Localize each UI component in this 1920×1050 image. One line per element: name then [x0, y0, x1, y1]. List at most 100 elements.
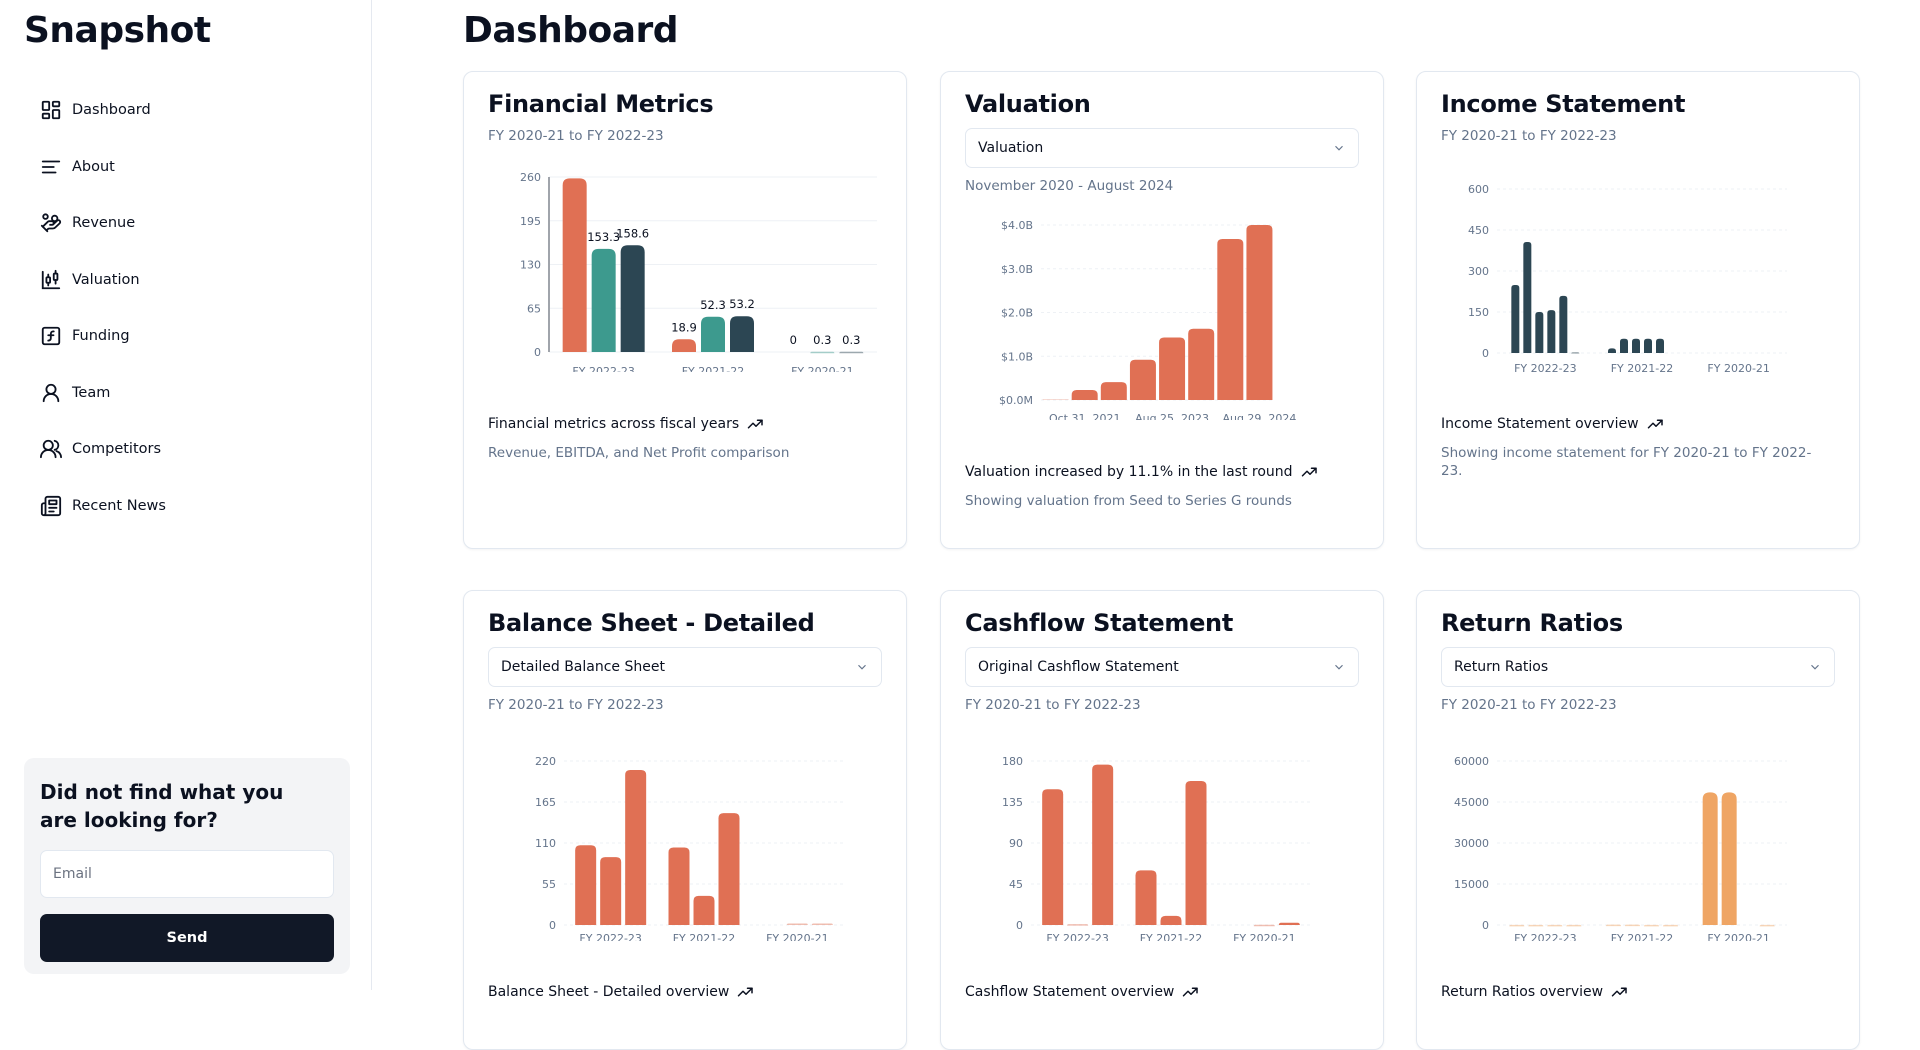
card-footer-title: Financial metrics across fiscal years — [488, 416, 765, 432]
bar[interactable] — [1129, 359, 1156, 400]
sidebar-item-about[interactable]: About — [40, 151, 166, 183]
y-tick-label: $0.0M — [999, 394, 1033, 407]
card-title: Return Ratios — [1441, 609, 1623, 637]
sidebar-item-recent-news[interactable]: Recent News — [40, 490, 166, 522]
sidebar-item-label: Competitors — [72, 441, 162, 457]
data-label: 18.9 — [671, 320, 697, 334]
bar[interactable] — [668, 847, 690, 925]
y-tick-label: 150 — [1468, 306, 1489, 319]
bar[interactable] — [1185, 781, 1207, 925]
y-tick-label: $3.0B — [1001, 263, 1033, 276]
bar[interactable] — [1071, 389, 1098, 400]
bar[interactable] — [1067, 924, 1089, 926]
bar[interactable] — [1160, 915, 1182, 925]
bar[interactable] — [1278, 922, 1300, 925]
bar[interactable] — [1217, 239, 1244, 400]
bar[interactable] — [811, 923, 833, 926]
sidebar-item-competitors[interactable]: Competitors — [40, 433, 166, 465]
bar[interactable] — [625, 769, 647, 925]
valuation-select[interactable]: Valuation — [965, 128, 1359, 168]
sidebar-item-funding[interactable]: Funding — [40, 320, 166, 352]
card-footer-description: Revenue, EBITDA, and Net Profit comparis… — [488, 445, 790, 461]
bar[interactable] — [1042, 399, 1069, 400]
bar[interactable] — [1632, 338, 1640, 353]
bar[interactable] — [1644, 338, 1652, 353]
y-tick-label: 110 — [535, 837, 556, 850]
brand-logo[interactable]: Snapshot — [24, 10, 211, 51]
bar[interactable] — [1547, 310, 1556, 353]
bar[interactable] — [575, 845, 597, 925]
bar[interactable] — [1092, 764, 1114, 925]
x-tick-label: FY 2020-21 — [1707, 932, 1770, 941]
return-ratios-select[interactable]: Return Ratios — [1441, 647, 1835, 687]
income-statement-chart: 0 150 300 450 600 FY 2022-23 FY 2021-22 FY 2020… — [1468, 183, 1787, 372]
bar[interactable] — [810, 351, 835, 354]
data-label: 0.3 — [842, 333, 860, 347]
card-title: Income Statement — [1441, 90, 1686, 118]
bar[interactable] — [1721, 792, 1737, 925]
balance-sheet-select[interactable]: Detailed Balance Sheet — [488, 647, 882, 687]
hand-coins-icon — [40, 213, 62, 233]
bar[interactable] — [1511, 284, 1520, 353]
bar[interactable] — [1100, 382, 1127, 400]
bar[interactable] — [786, 923, 808, 926]
card-subtitle: FY 2020-21 to FY 2022-23 — [1441, 697, 1617, 713]
text-lines-icon — [41, 160, 61, 173]
bar[interactable] — [1188, 328, 1215, 400]
bar[interactable] — [1606, 924, 1621, 927]
bar[interactable] — [591, 248, 616, 352]
data-label: 153.3 — [587, 230, 620, 244]
y-tick-label: 0 — [549, 919, 556, 932]
bar[interactable] — [1042, 789, 1064, 925]
bar[interactable] — [1644, 924, 1659, 927]
x-tick-label: FY 2021-22 — [682, 365, 745, 372]
x-tick-label: Aug 29, 2024 — [1222, 412, 1296, 420]
bar[interactable] — [1135, 870, 1157, 925]
bar[interactable] — [1656, 338, 1664, 353]
bar[interactable] — [1246, 225, 1273, 400]
data-label: 53.2 — [729, 297, 755, 311]
bar[interactable] — [1702, 792, 1718, 925]
bar[interactable] — [1571, 352, 1580, 354]
y-tick-label: 30000 — [1454, 837, 1489, 850]
bar[interactable] — [1509, 924, 1525, 927]
bar[interactable] — [672, 339, 696, 352]
bar[interactable] — [1547, 924, 1563, 927]
bar[interactable] — [620, 245, 645, 352]
bar[interactable] — [1625, 924, 1640, 927]
bar[interactable] — [1566, 924, 1582, 927]
bar[interactable] — [1559, 295, 1568, 353]
sidebar-item-revenue[interactable]: Revenue — [40, 207, 166, 239]
email-input[interactable] — [40, 850, 334, 898]
y-tick-label: 260 — [520, 171, 541, 184]
bar[interactable] — [1528, 924, 1544, 927]
trending-up-icon — [1301, 467, 1317, 477]
bar[interactable] — [730, 316, 754, 352]
bar[interactable] — [693, 895, 715, 925]
bar[interactable] — [839, 351, 864, 354]
x-tick-label: Oct 31, 2021 — [1049, 412, 1121, 420]
bar[interactable] — [1608, 348, 1616, 353]
bar[interactable] — [701, 316, 725, 352]
bar[interactable] — [1535, 312, 1544, 353]
chevron-down-icon — [1811, 664, 1819, 670]
y-tick-label: 0 — [1482, 347, 1489, 360]
bar[interactable] — [600, 857, 622, 925]
y-tick-label: 300 — [1468, 265, 1489, 278]
bar[interactable] — [1620, 338, 1628, 353]
bar[interactable] — [1759, 924, 1775, 927]
data-label: 0.3 — [813, 333, 831, 347]
bar[interactable] — [718, 813, 740, 925]
send-button[interactable]: Send — [40, 914, 334, 962]
bar[interactable] — [562, 178, 587, 352]
card-title: Valuation — [965, 90, 1091, 118]
cashflow-select[interactable]: Original Cashflow Statement — [965, 647, 1359, 687]
y-tick-label: $4.0B — [1001, 219, 1033, 232]
bar[interactable] — [1523, 242, 1532, 353]
sidebar-item-dashboard[interactable]: Dashboard — [40, 94, 166, 126]
sidebar-item-team[interactable]: Team — [40, 377, 166, 409]
bar[interactable] — [1663, 924, 1678, 927]
bar[interactable] — [1159, 337, 1186, 400]
sidebar-item-valuation[interactable]: Valuation — [40, 264, 166, 296]
bar[interactable] — [1253, 924, 1275, 927]
